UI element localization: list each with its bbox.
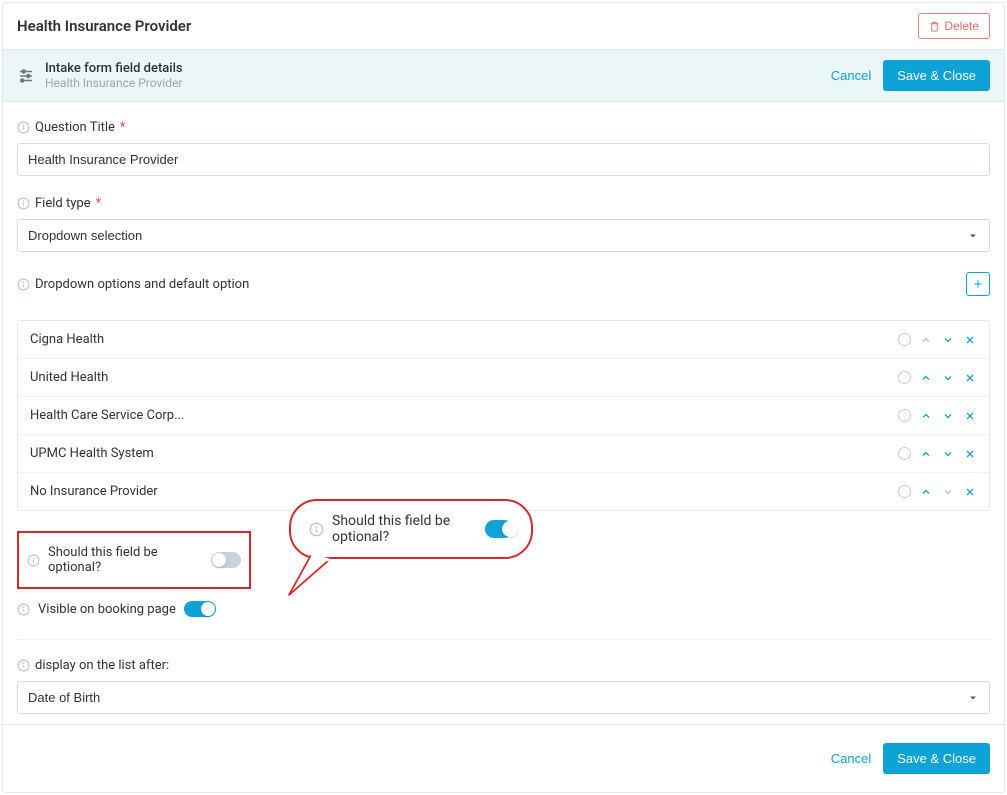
info-icon [17,121,30,134]
option-text: Health Care Service Corp... [30,408,184,423]
option-row: Health Care Service Corp... [18,397,989,435]
field-type-select[interactable]: Dropdown selection [17,219,990,252]
default-option-radio[interactable] [898,371,911,384]
optional-toggle[interactable] [211,552,241,568]
default-option-radio[interactable] [898,485,911,498]
move-up-button[interactable] [919,409,933,423]
option-text: No Insurance Provider [30,484,158,499]
info-icon [17,278,30,291]
required-mark: * [120,120,126,135]
subheader-title: Intake form field details [45,61,183,76]
move-up-button[interactable] [919,447,933,461]
info-icon [17,603,30,616]
visible-toggle[interactable] [184,601,216,617]
delete-label: Delete [944,19,979,33]
move-down-button[interactable] [941,333,955,347]
cancel-button-top[interactable]: Cancel [831,68,871,83]
display-after-select[interactable]: Date of Birth [17,681,990,714]
question-title-input[interactable] [17,143,990,176]
subheader-subtitle: Health Insurance Provider [45,76,183,90]
move-up-button[interactable] [919,485,933,499]
question-title-label: Question Title [35,120,115,135]
remove-option-button[interactable] [963,485,977,499]
option-row: Cigna Health [18,321,989,359]
delete-button[interactable]: Delete [918,13,990,39]
option-text: UPMC Health System [30,446,154,461]
dropdown-options-label: Dropdown options and default option [35,277,249,292]
option-row: No Insurance Provider [18,473,989,510]
remove-option-button[interactable] [963,409,977,423]
trash-icon [929,21,940,32]
info-icon [17,197,30,210]
visible-toggle-label: Visible on booking page [38,602,176,617]
save-close-button-top[interactable]: Save & Close [883,60,990,91]
info-icon [27,554,40,567]
option-text: United Health [30,370,108,385]
remove-option-button[interactable] [963,447,977,461]
default-option-radio[interactable] [898,409,911,422]
default-option-radio[interactable] [898,333,911,346]
optional-toggle-label: Should this field be optional? [48,545,203,575]
move-up-button[interactable] [919,333,933,347]
move-down-button[interactable] [941,409,955,423]
display-after-label: display on the list after: [35,658,169,673]
divider [17,639,990,640]
option-row: UPMC Health System [18,435,989,473]
option-row: United Health [18,359,989,397]
add-option-button[interactable]: + [966,272,990,296]
move-up-button[interactable] [919,371,933,385]
move-down-button[interactable] [941,447,955,461]
remove-option-button[interactable] [963,371,977,385]
default-option-radio[interactable] [898,447,911,460]
option-text: Cigna Health [30,332,104,347]
move-down-button[interactable] [941,485,955,499]
highlight-box: Should this field be optional? [17,531,251,589]
sliders-icon [17,67,35,85]
move-down-button[interactable] [941,371,955,385]
options-list: Cigna Health United Health Health Care Ser… [17,320,990,511]
field-type-label: Field type [35,196,91,211]
page-title: Health Insurance Provider [17,17,191,35]
remove-option-button[interactable] [963,333,977,347]
required-mark: * [96,196,102,211]
info-icon [17,659,30,672]
